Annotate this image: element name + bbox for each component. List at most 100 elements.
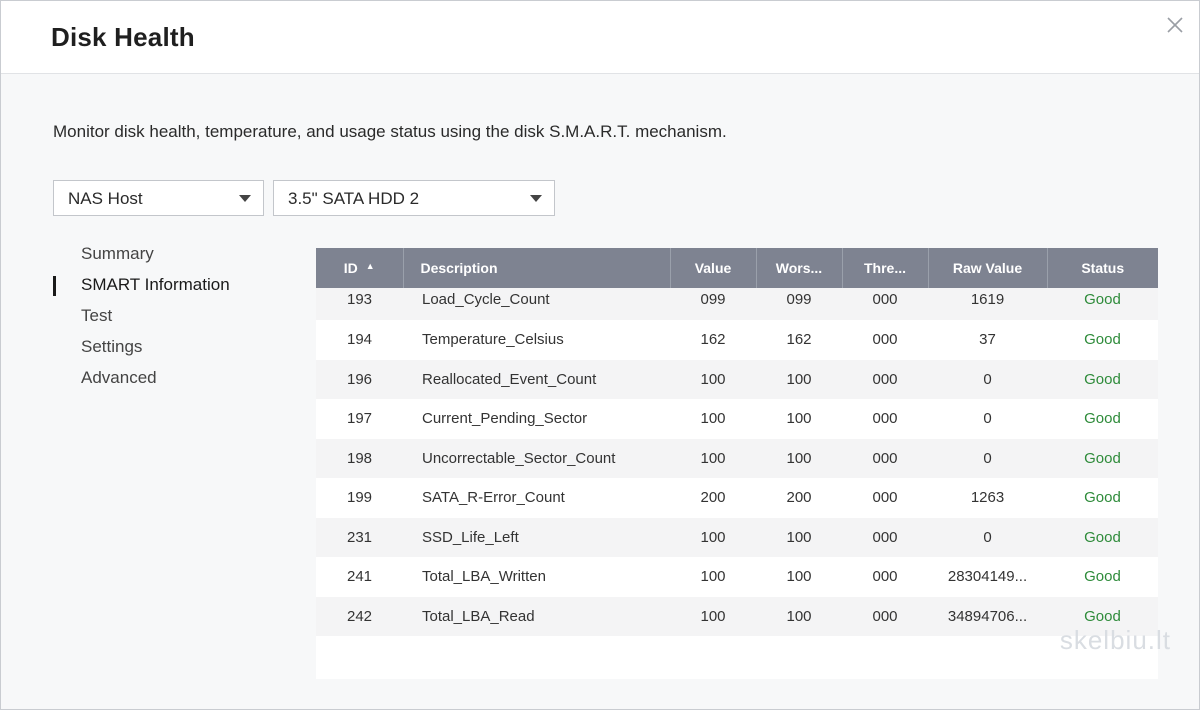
cell-value: 100: [700, 528, 726, 546]
cell-status: Good: [1084, 370, 1121, 388]
cell-threshold: 000: [872, 528, 898, 546]
cell-id: 241: [346, 568, 373, 586]
cell-description: Uncorrectable_Sector_Count: [422, 449, 616, 467]
sidebar-nav: Summary SMART Information Test Settings …: [53, 241, 283, 396]
table-row[interactable]: 242 Total_LBA_Read 100 100 000 34894706.…: [316, 596, 1158, 636]
column-header-id-label: ID: [343, 260, 358, 276]
cell-status: Good: [1084, 291, 1121, 308]
cell-raw-value: 28304149...: [947, 568, 1028, 586]
sidebar-item-advanced[interactable]: Advanced: [53, 365, 283, 396]
disk-select[interactable]: 3.5" SATA HDD 2: [273, 180, 555, 216]
cell-value: 162: [700, 331, 726, 349]
table-row[interactable]: 194 Temperature_Celsius 162 162 000 37 G…: [316, 320, 1158, 360]
cell-description: Reallocated_Event_Count: [422, 370, 597, 388]
sidebar-item-smart-information[interactable]: SMART Information: [53, 272, 283, 303]
cell-raw-value: 1619: [970, 291, 1005, 308]
table-row[interactable]: 198 Uncorrectable_Sector_Count 100 100 0…: [316, 438, 1158, 478]
column-header-worst[interactable]: Wors...: [756, 248, 843, 288]
dialog-title: Disk Health: [51, 22, 195, 52]
cell-threshold: 000: [872, 489, 898, 507]
host-select-value: NAS Host: [68, 189, 143, 208]
cell-threshold: 000: [872, 291, 898, 308]
cell-worst: 100: [786, 568, 812, 586]
smart-table: ID ▲ Description Value Wors... Thre... Ra…: [316, 248, 1158, 636]
sort-ascending-icon: ▲: [365, 261, 375, 271]
cell-id: 197: [346, 410, 373, 428]
cell-status: Good: [1084, 449, 1121, 467]
cell-status: Good: [1084, 568, 1121, 586]
watermark: skelbiu.lt: [1059, 625, 1171, 655]
cell-status: Good: [1084, 528, 1121, 546]
cell-status: Good: [1084, 489, 1121, 507]
cell-threshold: 000: [872, 568, 898, 586]
chevron-down-icon: [530, 195, 542, 202]
cell-raw-value: 0: [983, 410, 992, 428]
dialog-header: Disk Health: [1, 1, 1199, 74]
cell-status: Good: [1084, 331, 1121, 349]
cell-value: 100: [700, 449, 726, 467]
sidebar-item-settings[interactable]: Settings: [53, 334, 283, 365]
table-row[interactable]: 197 Current_Pending_Sector 100 100 000 0…: [316, 399, 1158, 439]
cell-status: Good: [1084, 410, 1121, 428]
cell-value: 100: [700, 370, 726, 388]
disk-select-value: 3.5" SATA HDD 2: [288, 189, 420, 208]
table-row[interactable]: 231 SSD_Life_Left 100 100 000 0 Good: [316, 517, 1158, 557]
column-header-status[interactable]: Status: [1047, 248, 1158, 288]
cell-description: Total_LBA_Written: [422, 568, 546, 586]
table-row[interactable]: 199 SATA_R-Error_Count 200 200 000 1263 …: [316, 478, 1158, 518]
cell-id: 242: [346, 607, 373, 625]
cell-description: Total_LBA_Read: [422, 607, 535, 625]
column-header-raw-value[interactable]: Raw Value: [928, 248, 1048, 288]
cell-raw-value: 34894706...: [947, 607, 1028, 625]
sidebar-item-summary[interactable]: Summary: [53, 241, 283, 272]
cell-id: 199: [346, 489, 373, 507]
cell-threshold: 000: [872, 370, 898, 388]
cell-description: Load_Cycle_Count: [422, 291, 550, 308]
smart-table-container[interactable]: ID ▲ Description Value Wors... Thre... Ra…: [316, 248, 1158, 679]
close-icon[interactable]: [1163, 13, 1187, 37]
cell-worst: 100: [786, 449, 812, 467]
table-header-row: ID ▲ Description Value Wors... Thre... Ra…: [316, 248, 1158, 288]
cell-id: 231: [346, 528, 373, 546]
host-select[interactable]: NAS Host: [53, 180, 264, 216]
cell-raw-value: 0: [983, 449, 992, 467]
column-header-id[interactable]: ID ▲: [316, 248, 404, 288]
cell-worst: 200: [786, 489, 812, 507]
cell-description: SSD_Life_Left: [422, 528, 519, 546]
cell-worst: 100: [786, 370, 812, 388]
cell-threshold: 000: [872, 449, 898, 467]
cell-threshold: 000: [872, 410, 898, 428]
cell-raw-value: 1263: [970, 489, 1005, 507]
cell-worst: 100: [786, 607, 812, 625]
cell-raw-value: 37: [979, 331, 996, 349]
cell-value: 100: [700, 410, 726, 428]
cell-id: 198: [346, 449, 373, 467]
cell-worst: 162: [786, 331, 812, 349]
cell-value: 100: [700, 568, 726, 586]
cell-value: 099: [700, 291, 726, 308]
cell-id: 196: [346, 370, 373, 388]
column-header-description[interactable]: Description: [403, 248, 671, 288]
cell-raw-value: 0: [983, 528, 992, 546]
cell-id: 194: [346, 331, 373, 349]
cell-description: Temperature_Celsius: [422, 331, 564, 349]
column-header-threshold[interactable]: Thre...: [842, 248, 929, 288]
cell-threshold: 000: [872, 607, 898, 625]
cell-id: 193: [346, 291, 373, 308]
cell-worst: 100: [786, 528, 812, 546]
cell-value: 200: [700, 489, 726, 507]
cell-worst: 099: [786, 291, 812, 308]
chevron-down-icon: [239, 195, 251, 202]
column-header-value[interactable]: Value: [670, 248, 757, 288]
sidebar-item-test[interactable]: Test: [53, 303, 283, 334]
cell-raw-value: 0: [983, 370, 992, 388]
cell-description: SATA_R-Error_Count: [422, 489, 565, 507]
table-row[interactable]: 241 Total_LBA_Written 100 100 000 283041…: [316, 557, 1158, 597]
dialog-description: Monitor disk health, temperature, and us…: [53, 122, 727, 141]
table-row[interactable]: 196 Reallocated_Event_Count 100 100 000 …: [316, 359, 1158, 399]
table-row[interactable]: 193 Load_Cycle_Count 099 099 000 1619 Go…: [316, 288, 1158, 320]
cell-worst: 100: [786, 410, 812, 428]
cell-value: 100: [700, 607, 726, 625]
cell-threshold: 000: [872, 331, 898, 349]
cell-description: Current_Pending_Sector: [422, 410, 588, 428]
